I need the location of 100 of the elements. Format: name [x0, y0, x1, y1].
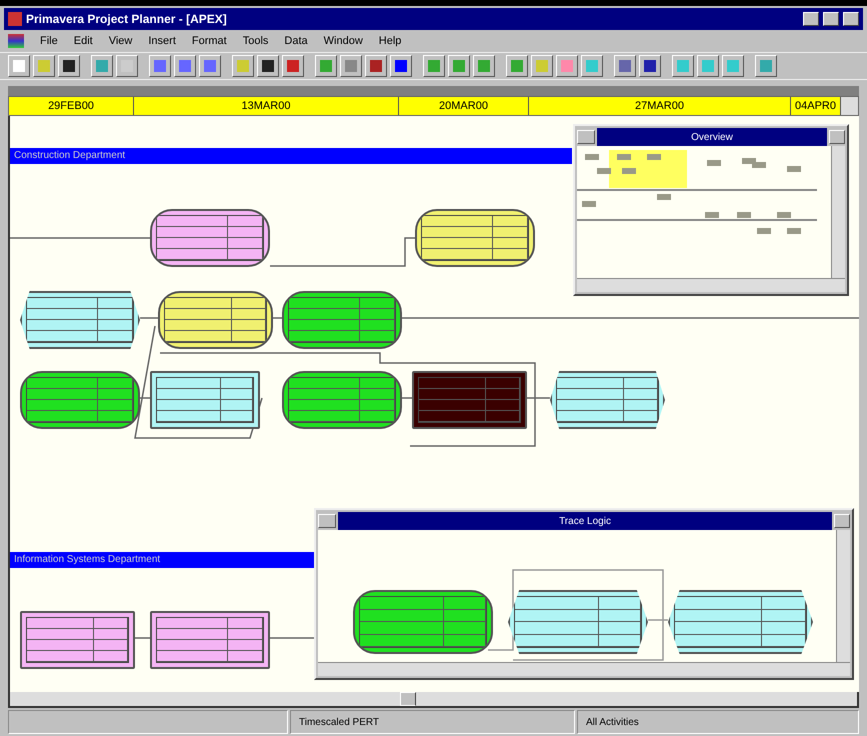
toolbar-button[interactable]: [390, 55, 412, 77]
timescale-cell: 27MAR00: [529, 97, 791, 115]
toolbar-button[interactable]: [473, 55, 495, 77]
toolbar-icon: [644, 60, 656, 72]
toolbar-button[interactable]: [531, 55, 553, 77]
toolbar-button[interactable]: [556, 55, 578, 77]
toolbar-button[interactable]: [672, 55, 694, 77]
horizontal-scrollbar[interactable]: [318, 662, 850, 676]
restore-button[interactable]: [834, 514, 850, 528]
toolbar-icon: [395, 60, 407, 72]
toolbar-icon: [619, 60, 631, 72]
toolbar-button[interactable]: [257, 55, 279, 77]
toolbar-button[interactable]: [58, 55, 80, 77]
activity-box[interactable]: [150, 371, 260, 429]
toolbar-icon: [478, 60, 490, 72]
department-band: Information Systems Department: [10, 552, 315, 568]
toolbar-icon: [370, 60, 382, 72]
toolbar-button[interactable]: [33, 55, 55, 77]
toolbar-button[interactable]: [199, 55, 221, 77]
activity-box[interactable]: [150, 611, 270, 669]
close-button[interactable]: [843, 12, 859, 26]
activity-box[interactable]: [20, 371, 140, 429]
toolbar-icon: [204, 60, 216, 72]
toolbar-icon: [536, 60, 548, 72]
activity-box[interactable]: [158, 291, 273, 349]
system-menu-button[interactable]: [318, 514, 336, 528]
menu-item[interactable]: Insert: [148, 32, 176, 50]
menu-item[interactable]: View: [108, 32, 132, 50]
toolbar-button[interactable]: [149, 55, 171, 77]
toolbar-icon: [586, 60, 598, 72]
toolbar-button[interactable]: [8, 55, 30, 77]
toolbar-button[interactable]: [581, 55, 603, 77]
window-title: Overview: [597, 128, 827, 146]
document-icon: [8, 34, 24, 48]
timescale-cell: 20MAR00: [399, 97, 529, 115]
toolbar-button[interactable]: [614, 55, 636, 77]
toolbar-button[interactable]: [282, 55, 304, 77]
vertical-scrollbar[interactable]: [836, 530, 850, 662]
menu-item[interactable]: File: [40, 32, 58, 50]
toolbar-icon: [320, 60, 332, 72]
toolbar-icon: [262, 60, 274, 72]
status-text: All Activities: [577, 710, 859, 734]
toolbar-icon: [287, 60, 299, 72]
timescale-cell: 29FEB00: [9, 97, 134, 115]
toolbar-icon: [453, 60, 465, 72]
toolbar-icon: [96, 60, 108, 72]
toolbar-icon: [179, 60, 191, 72]
toolbar-icon: [237, 60, 249, 72]
toolbar-icon: [428, 60, 440, 72]
toolbar-icon: [154, 60, 166, 72]
menu-item[interactable]: Tools: [242, 32, 268, 50]
activity-box[interactable]: [150, 209, 270, 267]
toolbar-button[interactable]: [315, 55, 337, 77]
toolbar-button[interactable]: [448, 55, 470, 77]
app-icon: [8, 12, 22, 26]
toolbar-button[interactable]: [506, 55, 528, 77]
vertical-scrollbar[interactable]: [831, 146, 845, 278]
department-band: Construction Department: [10, 148, 572, 164]
window-title: Trace Logic: [338, 512, 832, 530]
toolbar-button[interactable]: [232, 55, 254, 77]
toolbar-icon: [345, 60, 357, 72]
toolbar-button[interactable]: [365, 55, 387, 77]
scroll-thumb[interactable]: [400, 692, 416, 706]
toolbar-button[interactable]: [639, 55, 661, 77]
activity-box[interactable]: [282, 371, 402, 429]
toolbar-icon: [702, 60, 714, 72]
toolbar-button[interactable]: [697, 55, 719, 77]
horizontal-scrollbar[interactable]: [8, 692, 859, 708]
toolbar-button[interactable]: [423, 55, 445, 77]
toolbar-icon: [511, 60, 523, 72]
activity-box[interactable]: [353, 590, 493, 654]
activity-box[interactable]: [282, 291, 402, 349]
menu-item[interactable]: Data: [284, 32, 308, 50]
menu-item[interactable]: Format: [192, 32, 227, 50]
status-text: Timescaled PERT: [290, 710, 575, 734]
maximize-button[interactable]: [823, 12, 839, 26]
timescale-cell: 13MAR00: [134, 97, 399, 115]
toolbar-icon: [63, 60, 75, 72]
toolbar-button[interactable]: [116, 55, 138, 77]
horizontal-scrollbar[interactable]: [577, 278, 845, 292]
toolbar-icon: [13, 60, 25, 72]
activity-box[interactable]: [415, 209, 535, 267]
toolbar-button[interactable]: [722, 55, 744, 77]
menu-item[interactable]: Help: [378, 32, 402, 50]
toolbar-icon: [760, 60, 772, 72]
toolbar-button[interactable]: [755, 55, 777, 77]
toolbar-button[interactable]: [91, 55, 113, 77]
toolbar-button[interactable]: [340, 55, 362, 77]
toolbar-icon: [677, 60, 689, 72]
toolbar-button[interactable]: [174, 55, 196, 77]
toolbar-icon: [727, 60, 739, 72]
restore-button[interactable]: [829, 130, 845, 144]
system-menu-button[interactable]: [577, 130, 595, 144]
menu-item[interactable]: Window: [324, 32, 363, 50]
toolbar-icon: [561, 60, 573, 72]
minimize-button[interactable]: [803, 12, 819, 26]
toolbar-icon: [38, 60, 50, 72]
menu-item[interactable]: Edit: [74, 32, 93, 50]
window-title: Primavera Project Planner - [APEX]: [26, 11, 228, 28]
activity-box[interactable]: [20, 611, 135, 669]
